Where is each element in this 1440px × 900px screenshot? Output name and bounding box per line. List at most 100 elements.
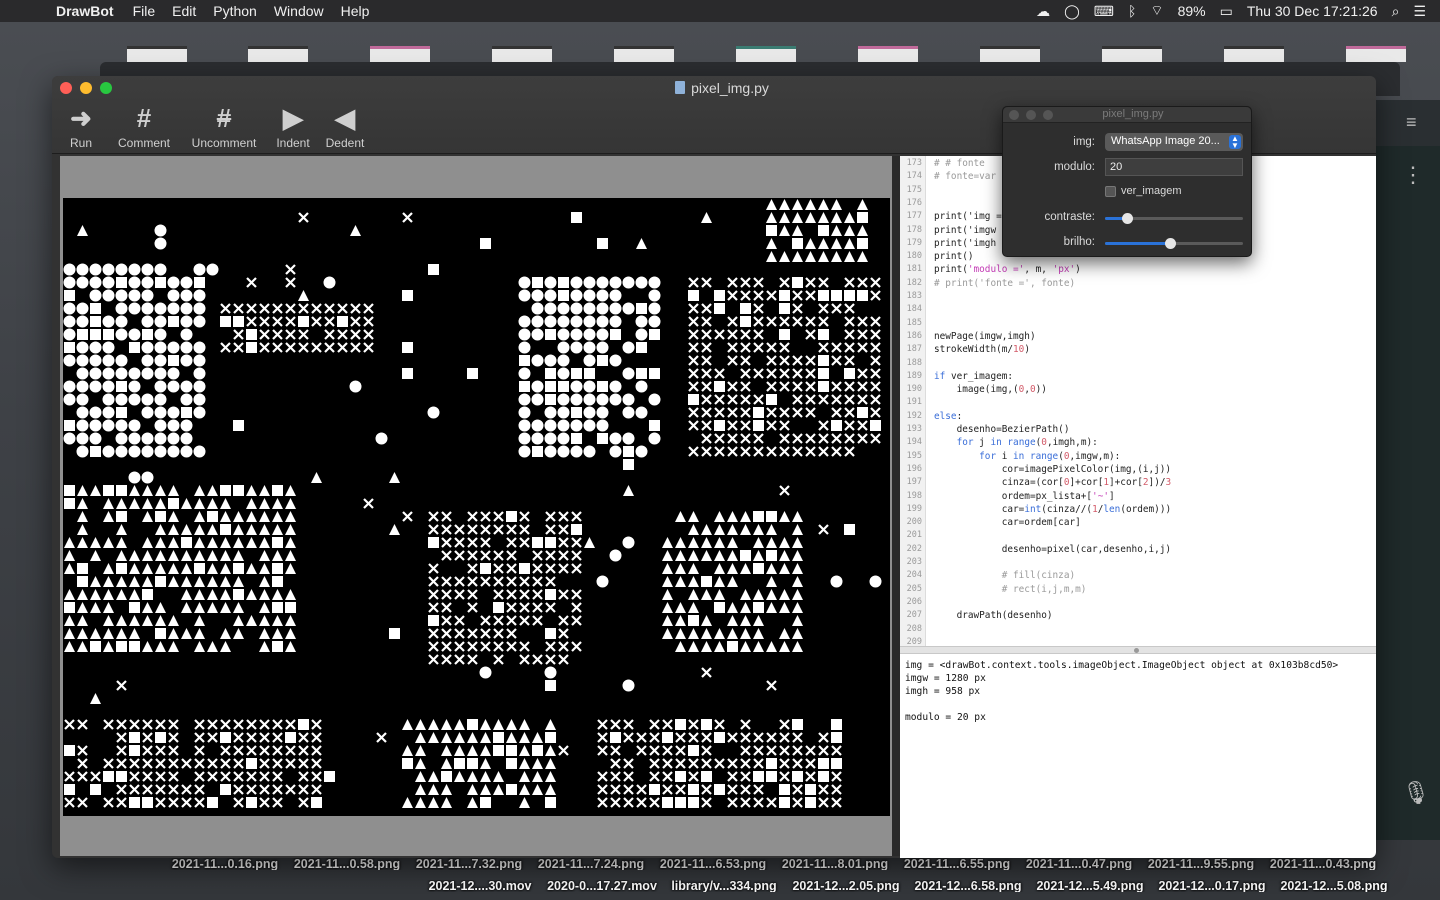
desktop-file[interactable]: library/v...334.png (659, 880, 789, 892)
desktop-file[interactable]: 2021-12...0.17.png (1147, 880, 1277, 892)
pixel-glyph (766, 355, 777, 366)
desktop-file[interactable]: 2020-0...17.27.mov (537, 880, 667, 892)
horizontal-splitter[interactable] (900, 646, 1376, 654)
dedent-button[interactable]: ◀ Dedent (324, 102, 366, 152)
code-line[interactable]: strokeWidth(m/10) (934, 344, 1030, 355)
img-select[interactable]: WhatsApp Image 20... ▲ ▼ (1105, 133, 1243, 151)
code-line[interactable]: # print('fonte =', fonte) (934, 278, 1075, 289)
code-line[interactable]: cinza=(cor[0]+cor[1]+cor[2])/3 (934, 477, 1171, 488)
menu-help[interactable]: Help (341, 3, 370, 19)
desktop-file[interactable]: 2021-11...0.43.png (1258, 858, 1388, 870)
desktop-file[interactable]: 2021-12...5.49.png (1025, 880, 1155, 892)
menu-icon[interactable]: ≡ (1406, 112, 1417, 133)
desktop-file[interactable]: 2021-11...0.16.png (160, 858, 290, 870)
code-line[interactable]: # fonte=var (934, 171, 996, 182)
run-button[interactable]: ➜ Run (60, 102, 102, 152)
pixel-glyph (142, 563, 153, 574)
menu-edit[interactable]: Edit (172, 3, 196, 19)
pixel-glyph (766, 238, 777, 249)
desktop-file[interactable]: 2021-11...6.55.png (892, 858, 1022, 870)
desktop-file[interactable]: 2021-12...2.05.png (781, 880, 911, 892)
window-thumbnail[interactable] (1102, 46, 1162, 62)
vertical-splitter[interactable] (892, 156, 900, 856)
pixel-glyph (168, 771, 179, 782)
more-icon[interactable]: ⋮ (1402, 162, 1424, 188)
window-thumbnail[interactable] (858, 46, 918, 62)
desktop-file[interactable]: 2021-11...7.24.png (526, 858, 656, 870)
desktop-file[interactable]: 2021-11...0.47.png (1014, 858, 1144, 870)
code-line[interactable]: newPage(imgw,imgh) (934, 331, 1036, 342)
window-thumbnail[interactable] (492, 46, 552, 62)
pixel-glyph (701, 784, 712, 795)
desktop-file[interactable]: 2021-12...5.08.png (1269, 880, 1399, 892)
notification-center-icon[interactable]: ☰ (1413, 3, 1426, 20)
code-line[interactable]: for i in range(0,imgw,m): (934, 451, 1120, 462)
uncomment-button[interactable]: # Uncomment (186, 102, 262, 152)
creative-cloud-icon[interactable]: ☁ (1036, 3, 1050, 20)
code-line[interactable]: print('imgw (934, 225, 996, 236)
microphone-icon[interactable]: 🎙 (1402, 780, 1430, 806)
splitter-handle-icon[interactable] (1134, 648, 1139, 653)
code-line[interactable]: cor=imagePixelColor(img,(i,j)) (934, 464, 1171, 475)
code-line[interactable]: if ver_imagem: (934, 371, 1013, 382)
brilho-slider-knob[interactable] (1164, 238, 1176, 249)
pixel-glyph (779, 589, 790, 600)
code-line[interactable]: # # fonte (934, 158, 985, 169)
window-thumbnail[interactable] (736, 46, 796, 62)
contraste-slider[interactable] (1105, 213, 1243, 224)
window-thumbnail[interactable] (248, 46, 308, 62)
code-line[interactable]: ordem=px_lista+['~'] (934, 491, 1115, 502)
keyboard-icon[interactable]: ⌨ (1094, 3, 1114, 20)
code-line[interactable]: desenho=pixel(car,desenho,i,j) (934, 544, 1171, 555)
pixel-glyph (142, 485, 153, 496)
pixel-art-canvas[interactable] (63, 198, 890, 816)
window-thumbnail[interactable] (614, 46, 674, 62)
desktop-file[interactable]: 2021-12....30.mov (415, 880, 545, 892)
code-line[interactable]: # rect(i,j,m,m) (934, 584, 1087, 595)
brilho-slider[interactable] (1105, 238, 1243, 249)
comment-button[interactable]: # Comment (112, 102, 176, 152)
window-thumbnail[interactable] (127, 46, 187, 62)
pixel-glyph (779, 550, 790, 561)
code-line[interactable]: else: (934, 411, 962, 422)
bluetooth-icon[interactable]: ᛒ (1128, 3, 1136, 19)
code-line[interactable]: # fill(cinza) (934, 570, 1075, 581)
battery-percent[interactable]: 89% (1178, 3, 1206, 19)
menu-python[interactable]: Python (213, 3, 257, 19)
desktop-file[interactable]: 2021-11...9.55.png (1136, 858, 1266, 870)
code-line[interactable]: print() (934, 251, 974, 262)
code-line[interactable]: desenho=BezierPath() (934, 424, 1070, 435)
spotlight-search-icon[interactable]: ⌕ (1392, 3, 1400, 20)
modulo-field[interactable]: 20 (1105, 158, 1243, 176)
pixel-glyph (779, 628, 790, 639)
desktop-file[interactable]: 2021-11...8.01.png (770, 858, 900, 870)
circle-status-icon[interactable]: ◯ (1064, 3, 1080, 20)
desktop-file[interactable]: 2021-11...7.32.png (404, 858, 534, 870)
ver-imagem-checkbox[interactable] (1105, 186, 1116, 197)
clock[interactable]: Thu 30 Dec 17:21:26 (1247, 3, 1378, 19)
window-thumbnail[interactable] (980, 46, 1040, 62)
code-line[interactable]: print('modulo =', m, 'px') (934, 264, 1081, 275)
menu-app-name[interactable]: DrawBot (56, 3, 114, 19)
code-line[interactable]: car=int(cinza//(1/len(ordem))) (934, 504, 1171, 515)
window-thumbnail[interactable] (370, 46, 430, 62)
pixel-glyph (766, 225, 777, 236)
indent-button[interactable]: ▶ Indent (272, 102, 314, 152)
contraste-slider-knob[interactable] (1122, 213, 1134, 224)
desktop-file[interactable]: 2021-11...6.53.png (648, 858, 778, 870)
code-line[interactable]: image(img,(0,0)) (934, 384, 1047, 395)
wifi-icon[interactable]: ⌔ (1150, 2, 1163, 20)
desktop-file[interactable]: 2021-11...0.58.png (282, 858, 412, 870)
window-thumbnail[interactable] (1346, 46, 1406, 62)
canvas-view[interactable] (60, 156, 892, 856)
menu-file[interactable]: File (133, 3, 156, 19)
menu-window[interactable]: Window (274, 3, 324, 19)
code-line[interactable]: print('img = (934, 211, 1002, 222)
code-line[interactable]: drawPath(desenho) (934, 610, 1053, 621)
code-line[interactable]: print('imgh (934, 238, 996, 249)
battery-icon[interactable]: ▭ (1220, 3, 1233, 20)
code-line[interactable]: car=ordem[car] (934, 517, 1081, 528)
code-line[interactable]: for j in range(0,imgh,m): (934, 437, 1098, 448)
window-thumbnail[interactable] (1224, 46, 1284, 62)
desktop-file[interactable]: 2021-12...6.58.png (903, 880, 1033, 892)
